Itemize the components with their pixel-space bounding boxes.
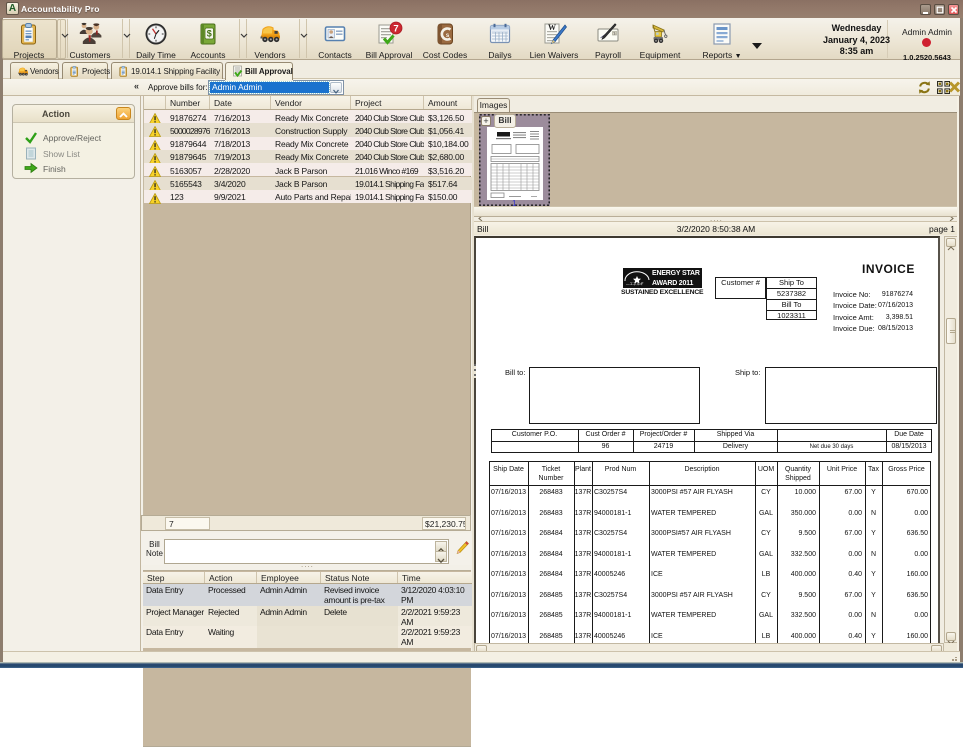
svg-text:$: $ xyxy=(207,29,212,39)
svg-text:7: 7 xyxy=(393,23,398,34)
svg-text:W: W xyxy=(548,23,556,32)
svg-text:s: s xyxy=(446,32,450,39)
svg-text:—エネルギ: —エネルギ xyxy=(626,281,644,286)
